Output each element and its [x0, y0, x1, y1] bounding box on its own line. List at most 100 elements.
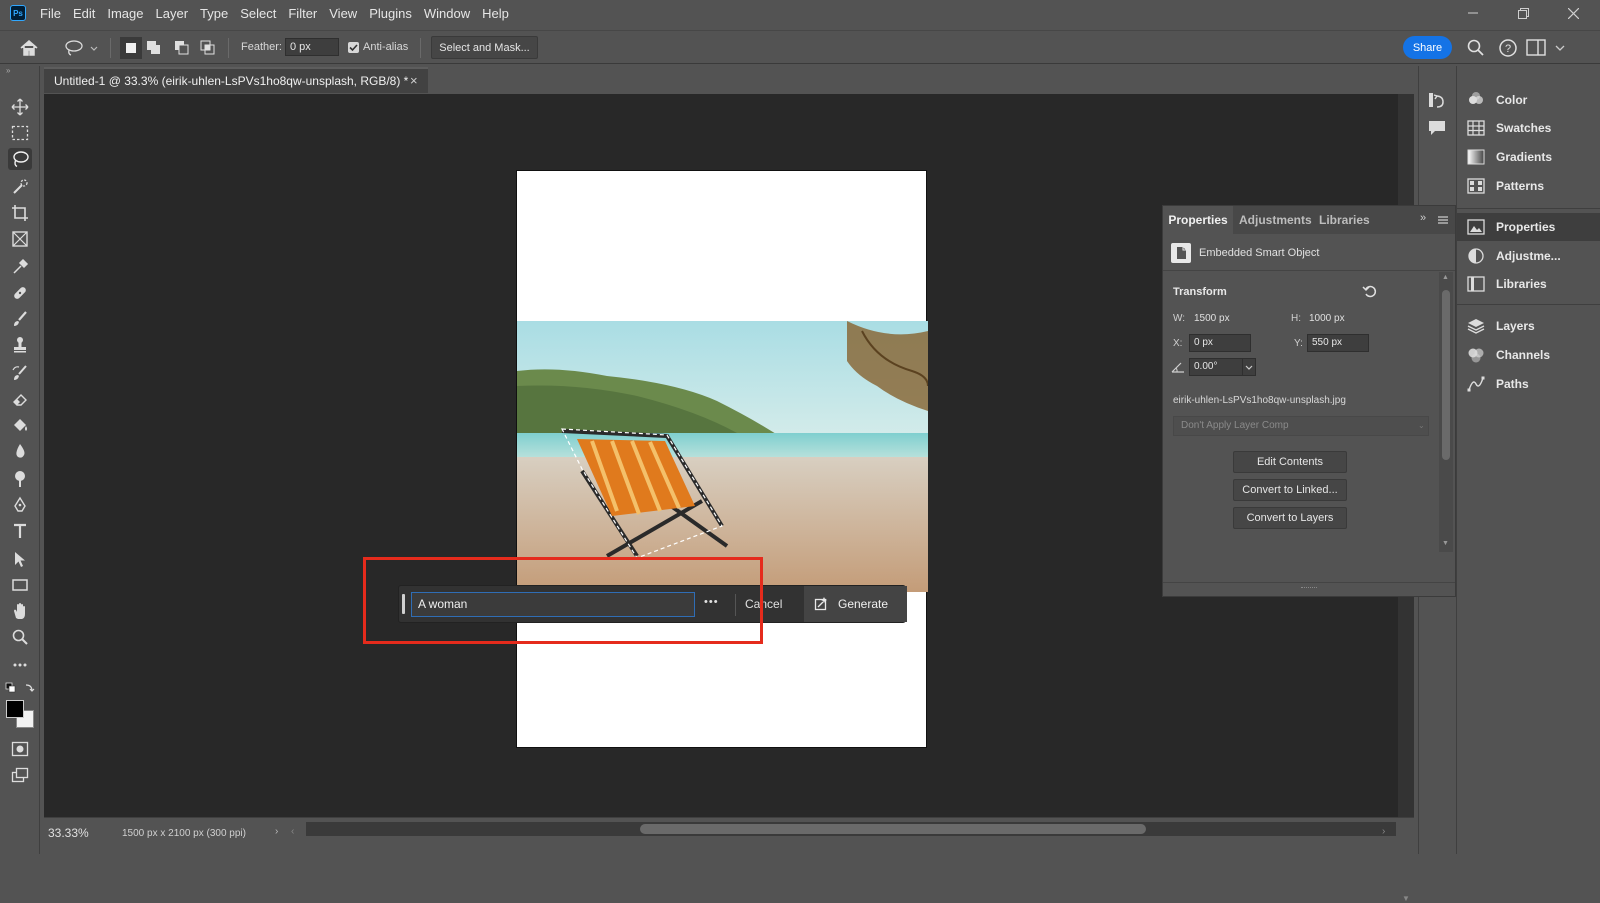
collapse-panel-icon[interactable]: »	[1420, 212, 1426, 224]
brush-tool-icon[interactable]	[8, 308, 32, 330]
y-position-input[interactable]: 550 px	[1307, 334, 1369, 352]
panel-channels[interactable]: Channels	[1457, 341, 1600, 369]
history-brush-tool-icon[interactable]	[8, 362, 32, 384]
collapse-toolbar-icon[interactable]: »	[6, 66, 10, 75]
eraser-tool-icon[interactable]	[8, 388, 32, 410]
reset-transform-icon[interactable]	[1362, 283, 1378, 299]
menu-type[interactable]: Type	[200, 6, 228, 21]
panel-resize-handle[interactable]	[1163, 582, 1455, 596]
edit-contents-button[interactable]: Edit Contents	[1233, 451, 1347, 473]
menu-edit[interactable]: Edit	[73, 6, 95, 21]
search-icon[interactable]	[1466, 38, 1486, 58]
lasso-tool-preset-icon[interactable]	[64, 39, 100, 57]
blur-tool-icon[interactable]	[8, 440, 32, 462]
panel-swatches[interactable]: Swatches	[1457, 114, 1600, 142]
marquee-tool-icon[interactable]	[8, 122, 32, 144]
panel-libraries[interactable]: Libraries	[1457, 270, 1600, 298]
close-icon[interactable]	[1550, 0, 1596, 26]
rectangle-tool-icon[interactable]	[8, 574, 32, 596]
document-canvas[interactable]	[516, 170, 928, 748]
type-tool-icon[interactable]	[8, 520, 32, 542]
object-selection-tool-icon[interactable]	[8, 176, 32, 198]
share-button[interactable]: Share	[1403, 36, 1452, 59]
tab-adjustments[interactable]: Adjustments	[1239, 206, 1312, 234]
y-label: Y:	[1294, 338, 1303, 349]
pen-tool-icon[interactable]	[8, 494, 32, 516]
panel-properties[interactable]: Properties	[1457, 213, 1600, 241]
default-colors-icon[interactable]	[4, 682, 36, 696]
document-tab[interactable]: Untitled-1 @ 33.3% (eirik-uhlen-LsPVs1ho…	[44, 67, 428, 93]
menu-view[interactable]: View	[329, 6, 357, 21]
menu-image[interactable]: Image	[107, 6, 143, 21]
foreground-background-color-icon[interactable]	[6, 700, 36, 730]
healing-brush-tool-icon[interactable]	[8, 282, 32, 304]
convert-to-linked-button[interactable]: Convert to Linked...	[1233, 479, 1347, 501]
paths-icon	[1467, 376, 1485, 392]
scroll-left-icon[interactable]: ‹	[291, 826, 294, 837]
zoom-tool-icon[interactable]	[8, 626, 32, 648]
close-tab-icon[interactable]: ×	[410, 73, 418, 88]
comments-panel-icon[interactable]	[1427, 118, 1447, 138]
generate-button[interactable]: Generate	[804, 586, 907, 622]
width-value[interactable]: 1500 px	[1194, 313, 1230, 324]
panel-gradients[interactable]: Gradients	[1457, 143, 1600, 171]
feather-input[interactable]: 0 px	[285, 38, 339, 56]
add-to-selection-icon[interactable]	[146, 40, 162, 56]
menu-window[interactable]: Window	[424, 6, 470, 21]
panel-layers[interactable]: Layers	[1457, 312, 1600, 340]
subtract-from-selection-icon[interactable]	[174, 40, 190, 56]
panel-adjustments[interactable]: Adjustme...	[1457, 242, 1600, 270]
history-panel-icon[interactable]	[1427, 90, 1447, 110]
menu-file[interactable]: File	[40, 6, 61, 21]
dodge-tool-icon[interactable]	[8, 468, 32, 490]
tab-libraries[interactable]: Libraries	[1319, 206, 1370, 234]
lasso-tool-icon[interactable]	[8, 148, 32, 170]
panel-patterns[interactable]: Patterns	[1457, 172, 1600, 200]
eyedropper-tool-icon[interactable]	[8, 256, 32, 278]
more-tools-icon[interactable]	[8, 654, 32, 676]
x-position-input[interactable]: 0 px	[1189, 334, 1251, 352]
path-selection-tool-icon[interactable]	[8, 548, 32, 570]
menu-select[interactable]: Select	[240, 6, 276, 21]
panel-menu-icon[interactable]	[1438, 214, 1448, 224]
workspace-icon[interactable]	[1526, 39, 1546, 57]
zoom-level[interactable]: 33.33%	[48, 826, 89, 840]
tab-properties[interactable]: Properties	[1163, 206, 1233, 234]
home-icon[interactable]	[18, 38, 40, 58]
convert-to-layers-button[interactable]: Convert to Layers	[1233, 507, 1347, 529]
scroll-right-icon[interactable]: ›	[1382, 826, 1385, 837]
panel-color[interactable]: Color	[1457, 86, 1600, 114]
libraries-icon	[1467, 276, 1485, 292]
menu-filter[interactable]: Filter	[288, 6, 317, 21]
horizontal-scrollbar[interactable]	[306, 822, 1396, 836]
crop-tool-icon[interactable]	[8, 202, 32, 224]
anti-alias-checkbox[interactable]	[348, 42, 359, 53]
layer-comp-select[interactable]: Don't Apply Layer Comp ⌄	[1173, 416, 1429, 436]
new-selection-icon[interactable]	[120, 37, 142, 59]
screen-mode-icon[interactable]	[8, 764, 32, 786]
menu-help[interactable]: Help	[482, 6, 509, 21]
height-value[interactable]: 1000 px	[1309, 313, 1345, 324]
select-and-mask-button[interactable]: Select and Mask...	[431, 36, 538, 59]
angle-dropdown-icon[interactable]	[1242, 358, 1256, 376]
properties-panel: Properties Adjustments Libraries » Embed…	[1162, 205, 1456, 597]
restore-icon[interactable]	[1500, 0, 1546, 26]
clone-stamp-tool-icon[interactable]	[8, 334, 32, 356]
move-tool-icon[interactable]	[8, 96, 32, 118]
properties-scrollbar[interactable]: ▲ ▼	[1439, 272, 1453, 552]
chevron-down-icon[interactable]	[1554, 39, 1566, 57]
horizontal-scroll-thumb[interactable]	[640, 824, 1146, 834]
frame-tool-icon[interactable]	[8, 228, 32, 250]
menu-plugins[interactable]: Plugins	[369, 6, 412, 21]
quick-mask-icon[interactable]	[8, 738, 32, 760]
intersect-selection-icon[interactable]	[200, 40, 216, 56]
panel-paths[interactable]: Paths	[1457, 370, 1600, 398]
status-menu-chevron-icon[interactable]: ›	[275, 826, 278, 837]
minimize-icon[interactable]	[1450, 0, 1496, 26]
rotation-angle-input[interactable]: 0.00°	[1189, 358, 1243, 376]
paint-bucket-tool-icon[interactable]	[8, 414, 32, 436]
menu-layer[interactable]: Layer	[156, 6, 189, 21]
chevron-down-icon: ⌄	[1418, 421, 1425, 430]
hand-tool-icon[interactable]	[8, 600, 32, 622]
help-icon[interactable]: ?	[1498, 38, 1518, 58]
